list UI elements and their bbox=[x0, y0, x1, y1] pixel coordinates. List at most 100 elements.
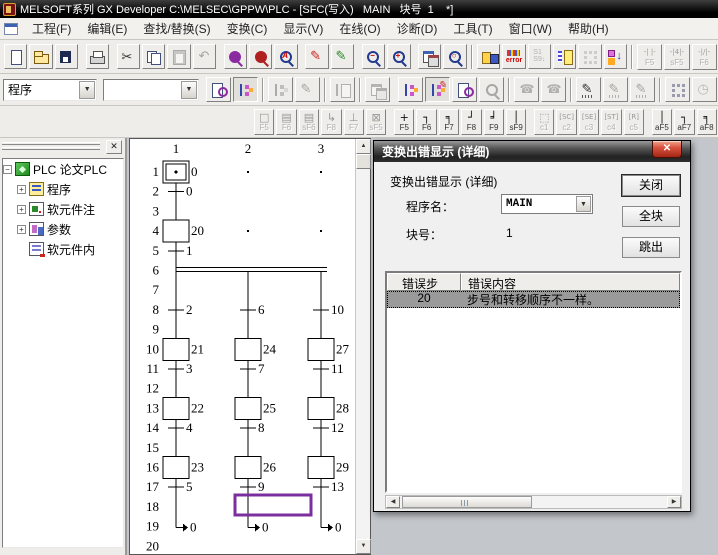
fkey-sel-join-f8[interactable]: ┘F8 bbox=[461, 109, 481, 135]
toolbar-second: 程序 ▼ ▼ ✎ bbox=[0, 74, 718, 106]
sfc-zoom-edit-button[interactable]: ✎ bbox=[425, 77, 450, 102]
find-in-doc-button[interactable] bbox=[452, 77, 477, 102]
sfc-diagram-view-button[interactable] bbox=[233, 77, 258, 102]
zoom-in-button[interactable]: + bbox=[387, 44, 410, 69]
menu-item-tools[interactable]: 工具(T) bbox=[445, 17, 500, 40]
svg-text:4: 4 bbox=[186, 420, 193, 435]
chevron-down-icon[interactable]: ▼ bbox=[576, 196, 591, 212]
find-button[interactable] bbox=[224, 44, 247, 69]
copy-icon bbox=[145, 49, 163, 65]
mdi-child-icon[interactable] bbox=[4, 23, 18, 35]
fkey-rule-af5[interactable]: │aF5 bbox=[652, 109, 672, 135]
find-combobox[interactable]: ▼ bbox=[103, 79, 199, 101]
menu-item-convert[interactable]: 变换(C) bbox=[219, 17, 276, 40]
menu-item-find-replace[interactable]: 查找/替换(S) bbox=[135, 17, 218, 40]
fkey-par-branch-f7[interactable]: ╕F7 bbox=[439, 109, 459, 135]
fkey-step-f5: □F5 bbox=[254, 109, 274, 135]
fkey-rule-af8[interactable]: ╕aF8 bbox=[697, 109, 717, 135]
fkey-par-branch-f7-icon: ╕ bbox=[446, 112, 453, 124]
copy-button[interactable] bbox=[142, 44, 165, 69]
svg-text:12: 12 bbox=[331, 420, 344, 435]
tree-item-program[interactable]: +程序 bbox=[3, 179, 123, 199]
error-list-hscrollbar[interactable]: ◀ ▶ bbox=[385, 495, 682, 509]
cut-button[interactable] bbox=[117, 44, 140, 69]
scroll-left-icon[interactable]: ◀ bbox=[386, 496, 400, 508]
print-button[interactable] bbox=[86, 44, 109, 69]
save-project-button[interactable] bbox=[55, 44, 78, 69]
paste-icon bbox=[170, 49, 188, 65]
open-project-button[interactable] bbox=[29, 44, 52, 69]
error-jump-button[interactable] bbox=[502, 44, 525, 69]
tree-icon bbox=[237, 82, 255, 98]
comment-display-button[interactable] bbox=[576, 77, 601, 102]
fkey-vline-sf9[interactable]: │sF9 bbox=[506, 109, 526, 135]
scroll-right-icon[interactable]: ▶ bbox=[667, 496, 681, 508]
program-check-button[interactable] bbox=[206, 77, 231, 102]
fkey-par-join-f9[interactable]: ╛F9 bbox=[484, 109, 504, 135]
block-list-button[interactable] bbox=[553, 44, 576, 69]
tree-item-device-comment[interactable]: +软元件注 bbox=[3, 199, 123, 219]
mag-purple-icon bbox=[226, 49, 244, 65]
close-button[interactable]: 关闭 bbox=[622, 175, 680, 196]
menu-item-help[interactable]: 帮助(H) bbox=[560, 17, 617, 40]
scrollbar-thumb[interactable] bbox=[356, 154, 371, 169]
window-icon bbox=[421, 49, 439, 65]
error-step-column-header[interactable]: 错误步 bbox=[387, 273, 461, 291]
block-grid-button[interactable] bbox=[665, 77, 690, 102]
tree-item-root[interactable]: −PLC 论文PLC bbox=[3, 159, 123, 179]
new-project-button[interactable] bbox=[4, 44, 27, 69]
tree-item-parameter[interactable]: +参数 bbox=[3, 219, 123, 239]
plc-monitor-button[interactable] bbox=[477, 44, 500, 69]
data-type-combobox[interactable]: 程序 ▼ bbox=[3, 79, 97, 101]
menu-item-online[interactable]: 在线(O) bbox=[331, 17, 388, 40]
error-content-column-header[interactable]: 错误内容 bbox=[461, 273, 680, 291]
program-name-combobox[interactable]: MAIN ▼ bbox=[501, 194, 593, 214]
marker-red-button[interactable] bbox=[305, 44, 328, 69]
svg-text:1: 1 bbox=[173, 141, 180, 156]
menu-item-edit[interactable]: 编辑(E) bbox=[79, 17, 135, 40]
all-blocks-button[interactable]: 全块 bbox=[622, 206, 680, 227]
dialog-close-button[interactable]: ✕ bbox=[652, 141, 682, 158]
sfc-block-view-button[interactable] bbox=[398, 77, 423, 102]
fkey-par-join-f9-icon: ╛ bbox=[490, 112, 497, 124]
find-device-button[interactable] bbox=[249, 44, 272, 69]
block-sort-button[interactable] bbox=[604, 44, 627, 69]
window-switch-button[interactable] bbox=[418, 44, 441, 69]
scroll-down-icon[interactable]: ▼ bbox=[356, 539, 371, 554]
collapse-icon[interactable]: − bbox=[3, 165, 12, 174]
svg-text:9: 9 bbox=[153, 322, 160, 337]
panel-grip[interactable] bbox=[2, 147, 100, 150]
menu-item-diagnostics[interactable]: 诊断(D) bbox=[389, 17, 446, 40]
phone-transfer-button bbox=[541, 77, 566, 102]
dialog-body: 变换出错显示 (详细) 程序名： MAIN ▼ 块号： 1 关闭 全块 跳出 错… bbox=[374, 162, 690, 511]
menu-item-view[interactable]: 显示(V) bbox=[275, 17, 331, 40]
error-row[interactable]: 20步号和转移顺序不一样。 bbox=[387, 291, 680, 308]
title-bar: MELSOFT系列 GX Developer C:\MELSEC\GPPW\PL… bbox=[0, 0, 718, 18]
fkey-transition-f5[interactable]: +F5 bbox=[394, 109, 414, 135]
menu-item-window[interactable]: 窗口(W) bbox=[501, 17, 560, 40]
expand-icon[interactable]: + bbox=[17, 185, 26, 194]
tree-item-device-memory[interactable]: 软元件内 bbox=[3, 239, 123, 259]
sfc-edit-cursor[interactable] bbox=[235, 495, 311, 515]
sfc-diagram[interactable]: 1231234567891011121314151617181920012610… bbox=[130, 139, 356, 554]
fkey-rule-af7[interactable]: ┐aF7 bbox=[674, 109, 694, 135]
chevron-down-icon[interactable]: ▼ bbox=[79, 81, 95, 99]
panel-close-button[interactable]: ✕ bbox=[106, 140, 122, 154]
dialog-title: 变换出错显示 (详细) bbox=[382, 143, 489, 160]
marker-green-button[interactable] bbox=[331, 44, 354, 69]
scroll-up-icon[interactable]: ▲ bbox=[356, 139, 371, 154]
expand-icon[interactable]: + bbox=[17, 205, 26, 214]
jump-button[interactable]: 跳出 bbox=[622, 237, 680, 258]
find-string-button[interactable]: A bbox=[274, 44, 297, 69]
panel-grip[interactable] bbox=[2, 142, 100, 145]
chevron-down-icon[interactable]: ▼ bbox=[181, 81, 197, 99]
zoom-out-button[interactable]: − bbox=[362, 44, 385, 69]
menu-item-project[interactable]: 工程(F) bbox=[24, 17, 79, 40]
fkey-sel-branch-f6[interactable]: ┐F6 bbox=[416, 109, 436, 135]
fkey-c4-icon: [ST] bbox=[604, 112, 618, 124]
display-scale-button[interactable]: ○ bbox=[443, 44, 466, 69]
hscrollbar-thumb[interactable] bbox=[402, 496, 532, 508]
editor-vertical-scrollbar[interactable]: ▲ ▼ bbox=[355, 139, 370, 554]
svg-text:3: 3 bbox=[153, 203, 160, 218]
expand-icon[interactable]: + bbox=[17, 225, 26, 234]
